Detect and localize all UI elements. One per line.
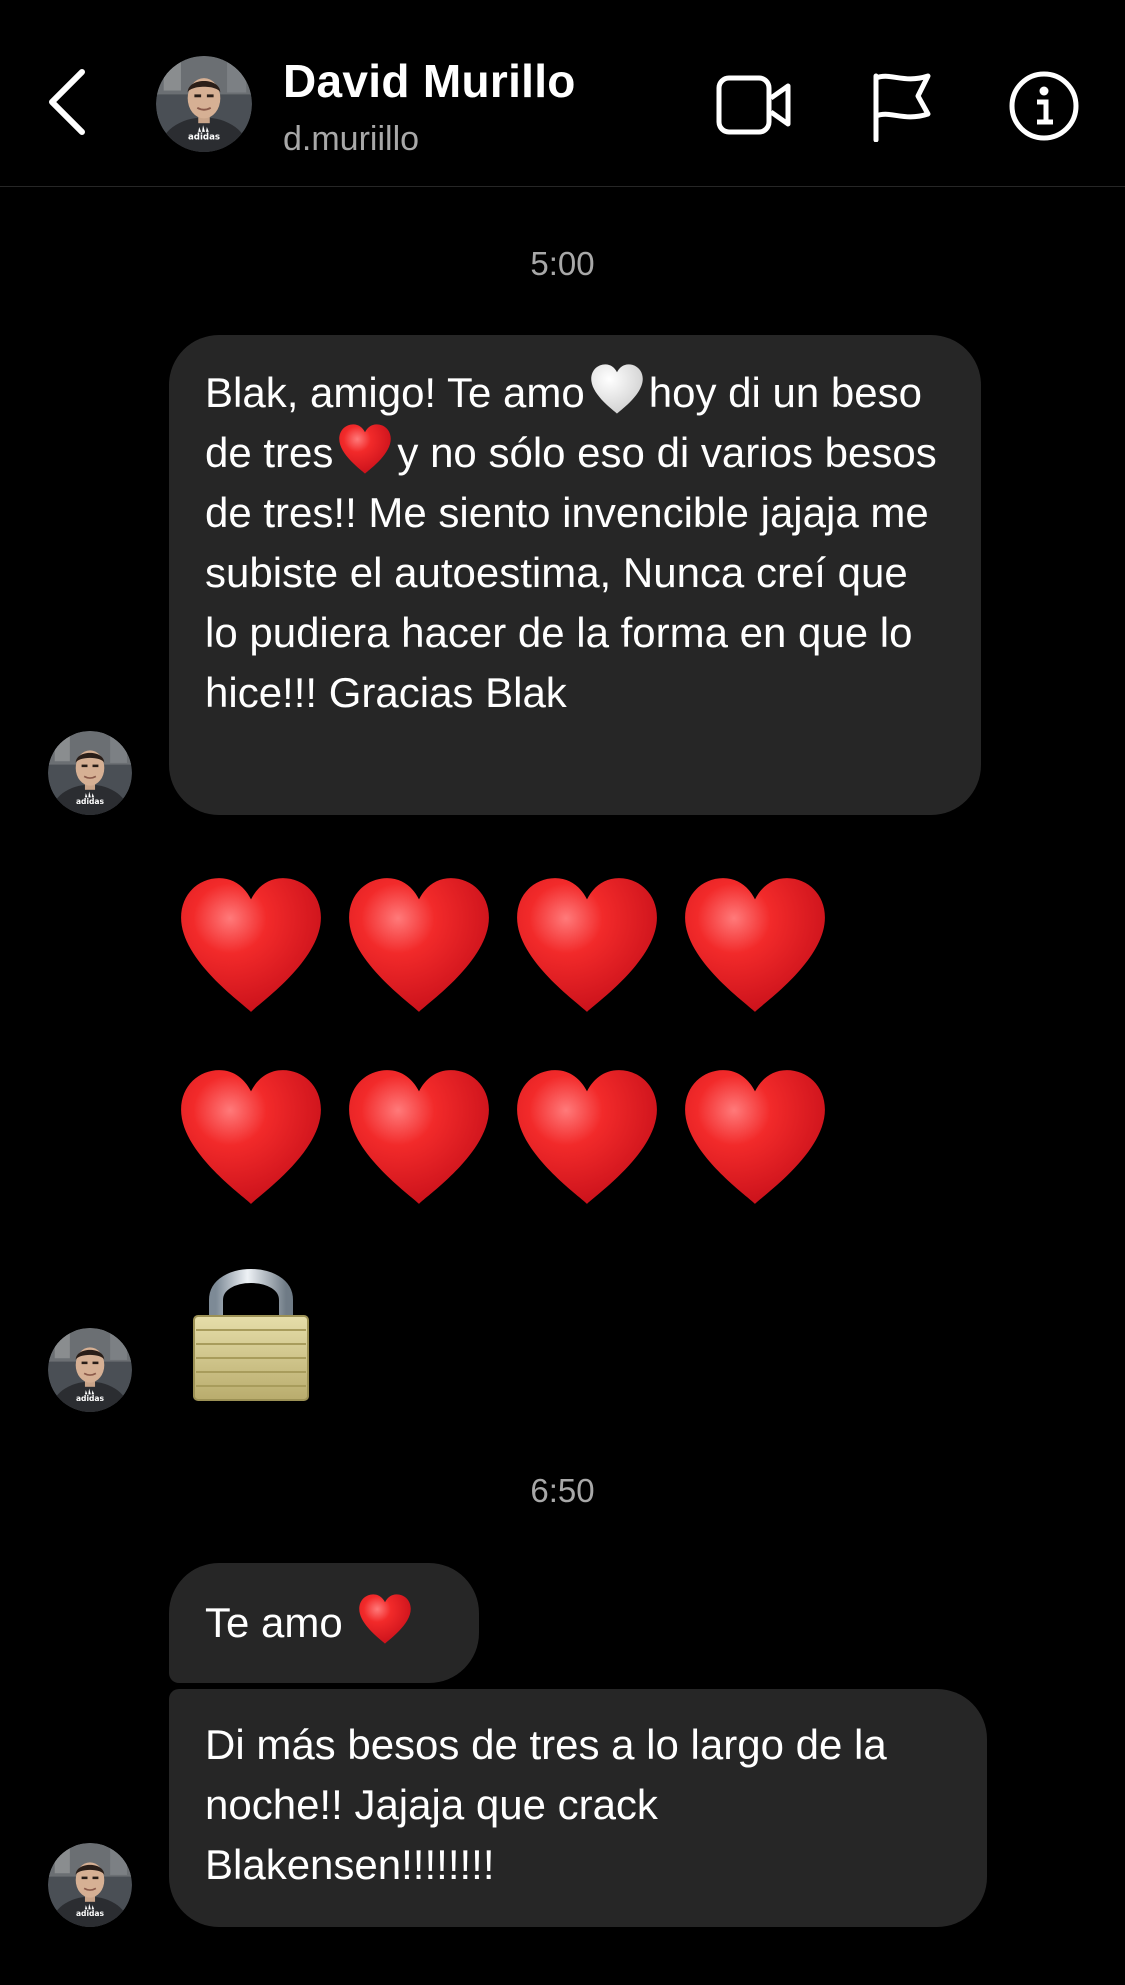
sender-avatar[interactable] xyxy=(48,731,132,815)
heart-emoji[interactable] xyxy=(175,872,327,1018)
heart-emoji[interactable] xyxy=(679,872,831,1018)
white-heart-emoji xyxy=(589,363,645,415)
chevron-left-icon xyxy=(49,69,85,135)
heart-emoji[interactable] xyxy=(343,1064,495,1210)
contact-username: d.muriillo xyxy=(283,120,420,158)
message-bubble[interactable]: Te amo xyxy=(169,1563,479,1683)
message-text: Blak, amigo! Te amo xyxy=(205,369,585,416)
avatar-image xyxy=(156,56,252,152)
video-call-icon[interactable] xyxy=(716,72,792,138)
message-bubble[interactable]: Blak, amigo! Te amo hoy di un beso de tre… xyxy=(169,335,981,815)
heart-emoji[interactable] xyxy=(679,1064,831,1210)
red-heart-emoji xyxy=(357,1593,413,1645)
sender-avatar[interactable] xyxy=(48,1843,132,1927)
timestamp: 6:50 xyxy=(530,1472,595,1509)
info-icon[interactable] xyxy=(1008,70,1080,142)
timestamp: 5:00 xyxy=(530,245,595,282)
heart-emoji[interactable] xyxy=(511,1064,663,1210)
lock-emoji[interactable] xyxy=(190,1258,312,1402)
back-button[interactable] xyxy=(40,64,96,140)
avatar-image xyxy=(48,1328,132,1412)
flag-icon[interactable] xyxy=(870,70,932,142)
red-heart-emoji xyxy=(337,423,393,475)
message-text: Te amo xyxy=(205,1599,343,1646)
message-text: Di más besos de tres a lo largo de la no… xyxy=(205,1721,887,1888)
contact-avatar[interactable] xyxy=(156,56,252,152)
heart-emoji[interactable] xyxy=(175,1064,327,1210)
heart-emoji[interactable] xyxy=(343,872,495,1018)
heart-emoji[interactable] xyxy=(511,872,663,1018)
chat-header: David Murillo d.muriillo xyxy=(0,0,1125,187)
sender-avatar[interactable] xyxy=(48,1328,132,1412)
avatar-image xyxy=(48,1843,132,1927)
message-bubble[interactable]: Di más besos de tres a lo largo de la no… xyxy=(169,1689,987,1927)
contact-name[interactable]: David Murillo xyxy=(283,54,576,108)
avatar-image xyxy=(48,731,132,815)
